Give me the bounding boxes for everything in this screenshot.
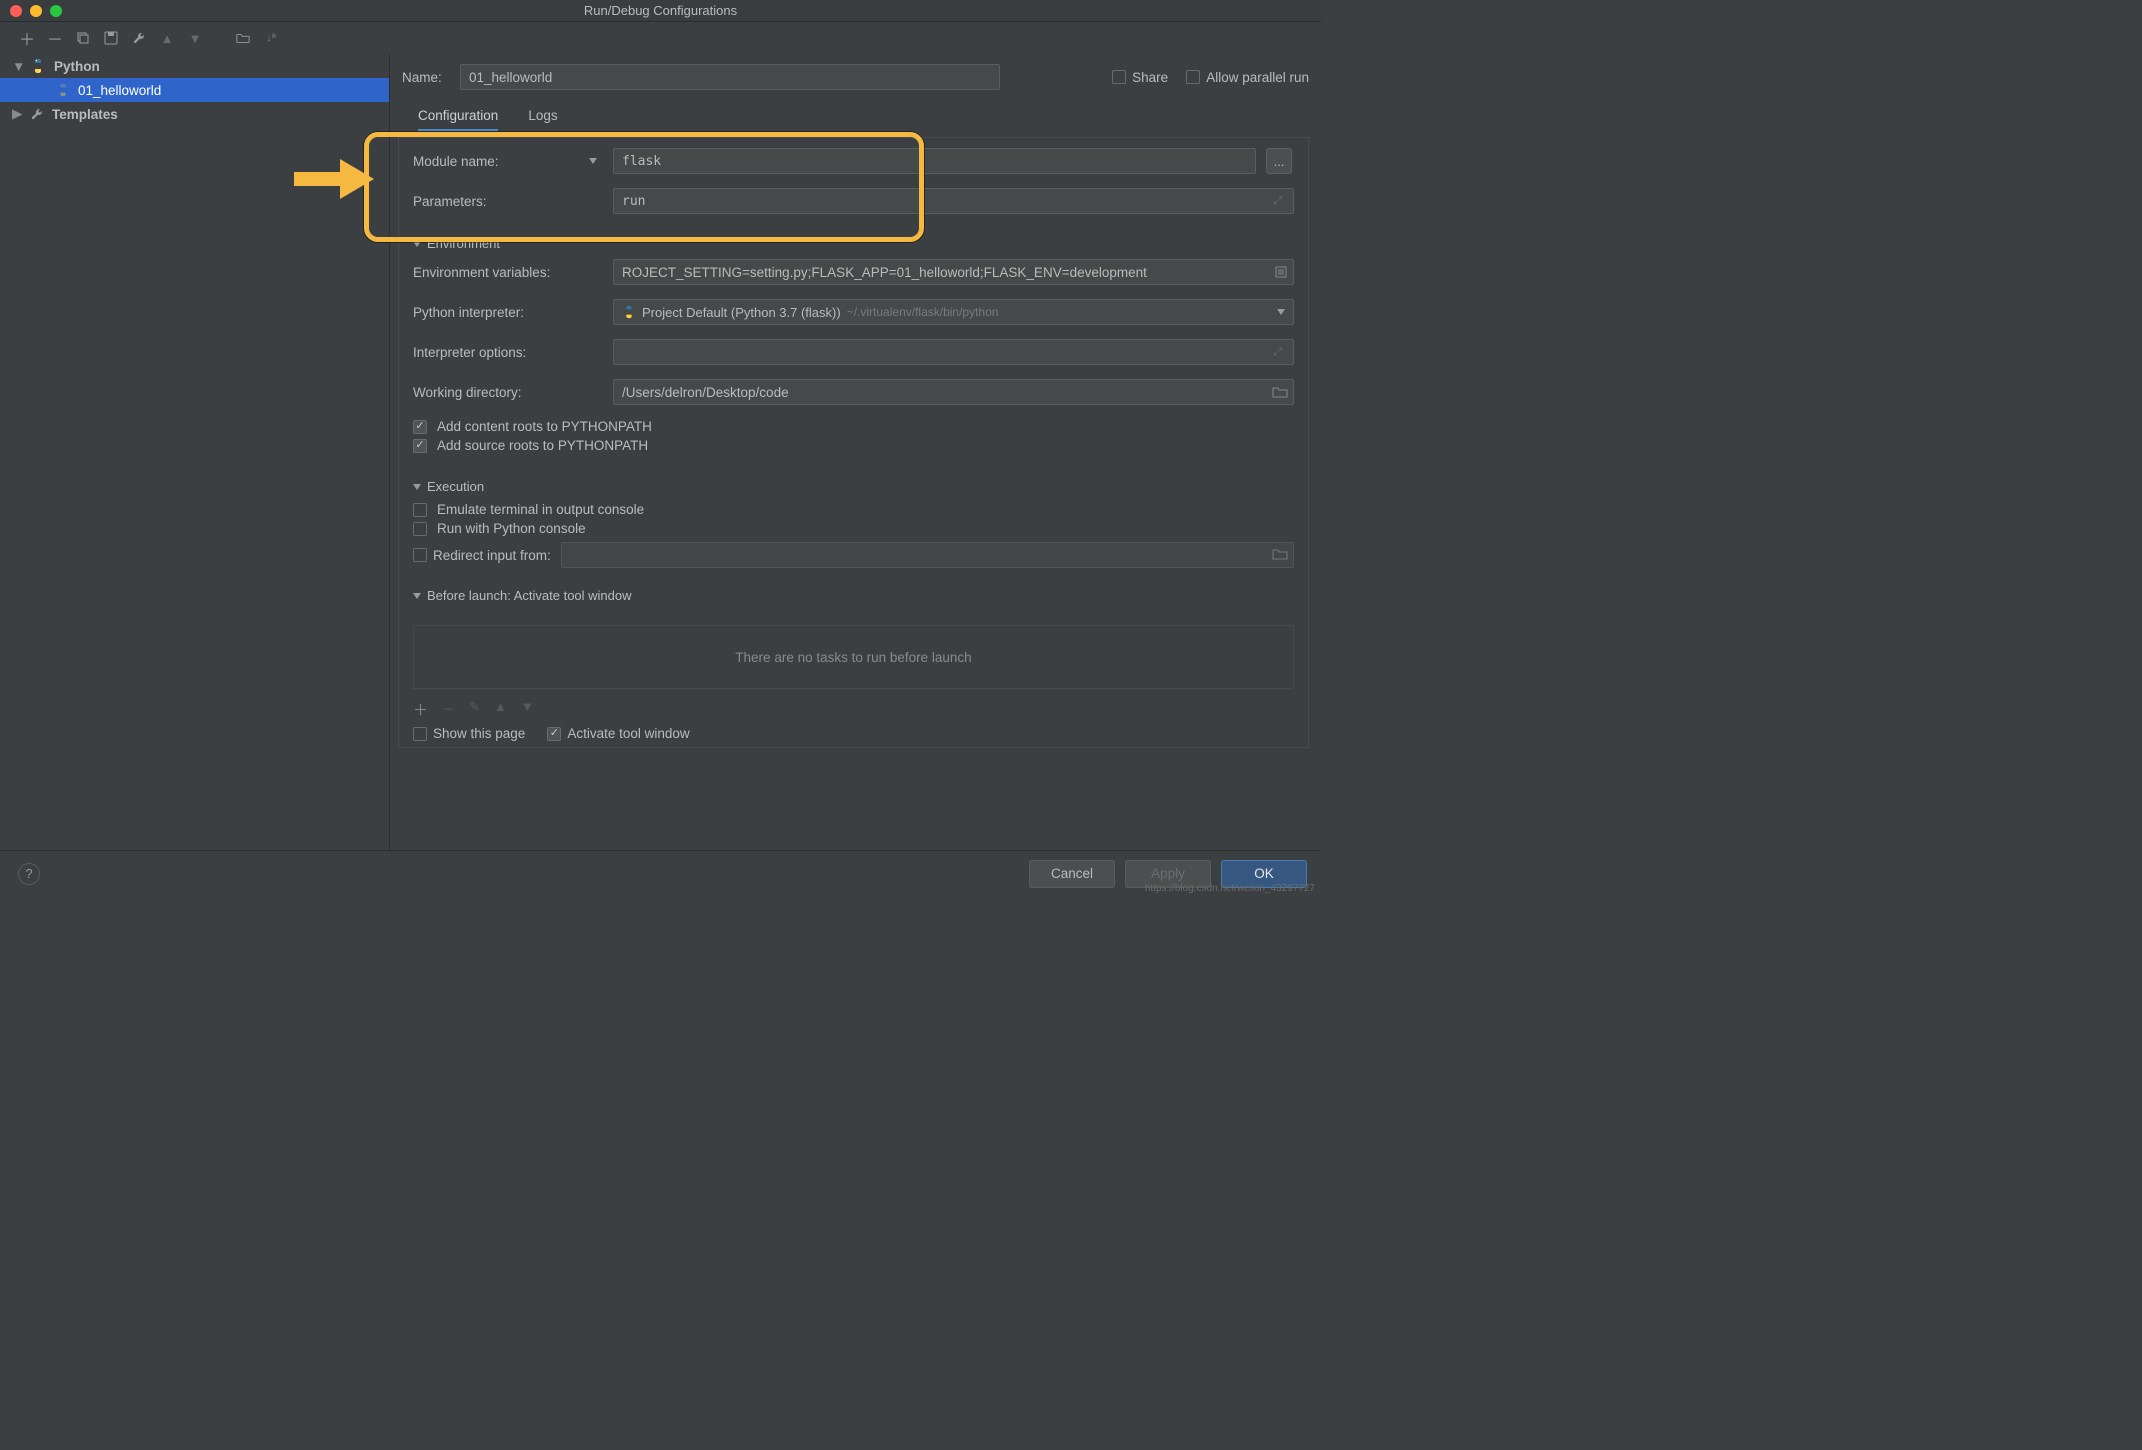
remove-config-icon[interactable]: －: [48, 31, 62, 45]
before-launch-list: There are no tasks to run before launch: [413, 625, 1294, 689]
interp-options-label: Interpreter options:: [413, 345, 603, 360]
folder-icon[interactable]: [236, 31, 250, 45]
activate-tool-window-checkbox[interactable]: Activate tool window: [547, 726, 689, 741]
move-down-icon[interactable]: ▼: [188, 31, 202, 45]
add-source-roots-checkbox[interactable]: Add source roots to PYTHONPATH: [413, 438, 1294, 453]
python-icon: [30, 58, 46, 74]
before-launch-empty: There are no tasks to run before launch: [735, 650, 971, 665]
python-file-icon: [56, 83, 70, 97]
interpreter-path: ~/.virtualenv/flask/bin/python: [847, 305, 999, 319]
window-controls: [0, 5, 62, 17]
expand-icon[interactable]: ⤢: [1273, 195, 1288, 208]
expand-icon[interactable]: ⤢: [1273, 346, 1288, 359]
python-icon: [622, 305, 636, 319]
name-input[interactable]: [460, 64, 1000, 90]
move-up-icon[interactable]: ▲: [494, 699, 507, 720]
tree-node-label: Python: [54, 59, 100, 74]
tree-node-label: Templates: [52, 107, 118, 122]
wrench-icon: [30, 107, 44, 121]
environment-header[interactable]: Environment: [413, 236, 1294, 251]
watermark: https://blog.csdn.net/weixin_43297727: [1145, 883, 1315, 894]
interp-options-input[interactable]: [613, 339, 1294, 365]
config-toolbar: ＋ － ▲ ▼ ↓ª: [0, 22, 1321, 54]
chevron-down-icon: [1277, 309, 1285, 315]
wrench-icon[interactable]: [132, 31, 146, 45]
config-panel: Module name: ... Parameters: ⤢ Envir: [398, 137, 1309, 748]
collapse-icon: [413, 593, 421, 599]
collapse-icon: [413, 484, 421, 490]
titlebar: Run/Debug Configurations: [0, 0, 1321, 22]
sort-icon[interactable]: ↓ª: [264, 31, 278, 45]
dropdown-caret-icon[interactable]: [589, 158, 597, 164]
parallel-run-checkbox[interactable]: Allow parallel run: [1186, 70, 1309, 85]
tree-node-python[interactable]: ▼ Python: [0, 54, 389, 78]
interpreter-value: Project Default (Python 3.7 (flask)): [642, 305, 841, 320]
module-name-label: Module name:: [413, 154, 499, 169]
window-title: Run/Debug Configurations: [0, 3, 1321, 18]
collapse-icon: [413, 241, 421, 247]
execution-header[interactable]: Execution: [413, 479, 1294, 494]
zoom-window-button[interactable]: [50, 5, 62, 17]
move-down-icon[interactable]: ▼: [521, 699, 534, 720]
edit-task-icon[interactable]: ✎: [469, 699, 480, 720]
workdir-label: Working directory:: [413, 385, 603, 400]
expand-icon: ▼: [12, 59, 22, 74]
folder-browse-icon[interactable]: [1272, 547, 1288, 561]
move-up-icon[interactable]: ▲: [160, 31, 174, 45]
add-content-roots-checkbox[interactable]: Add content roots to PYTHONPATH: [413, 419, 1294, 434]
share-checkbox[interactable]: Share: [1112, 70, 1168, 85]
redirect-input-checkbox[interactable]: Redirect input from:: [413, 548, 551, 563]
add-config-icon[interactable]: ＋: [20, 31, 34, 45]
remove-task-icon[interactable]: －: [442, 699, 455, 720]
copy-config-icon[interactable]: [76, 31, 90, 45]
env-vars-input[interactable]: [613, 259, 1294, 285]
folder-browse-icon[interactable]: [1272, 385, 1288, 399]
emulate-terminal-checkbox[interactable]: Emulate terminal in output console: [413, 502, 1294, 517]
config-content: Name: Share Allow parallel run Configura…: [390, 54, 1321, 850]
interpreter-label: Python interpreter:: [413, 305, 603, 320]
dialog-footer: ? Cancel Apply OK: [0, 850, 1321, 896]
parameters-label: Parameters:: [413, 194, 603, 209]
config-tree: ▼ Python 01_helloworld ▶ Templates: [0, 54, 390, 850]
parameters-input[interactable]: [613, 188, 1294, 214]
run-python-console-checkbox[interactable]: Run with Python console: [413, 521, 1294, 536]
cancel-button[interactable]: Cancel: [1029, 860, 1115, 888]
show-this-page-checkbox[interactable]: Show this page: [413, 726, 525, 741]
env-vars-label: Environment variables:: [413, 265, 603, 280]
help-button[interactable]: ?: [18, 863, 40, 885]
name-label: Name:: [402, 70, 460, 85]
close-window-button[interactable]: [10, 5, 22, 17]
workdir-input[interactable]: [613, 379, 1294, 405]
list-edit-icon[interactable]: [1274, 265, 1288, 279]
tab-logs[interactable]: Logs: [528, 104, 557, 131]
redirect-input-path[interactable]: [561, 542, 1294, 568]
module-name-input[interactable]: [613, 148, 1256, 174]
tree-node-helloworld[interactable]: 01_helloworld: [0, 78, 389, 102]
expand-icon: ▶: [12, 106, 22, 122]
tree-node-templates[interactable]: ▶ Templates: [0, 102, 389, 126]
interpreter-select[interactable]: Project Default (Python 3.7 (flask)) ~/.…: [613, 299, 1294, 325]
module-more-button[interactable]: ...: [1266, 148, 1292, 174]
tree-node-label: 01_helloworld: [78, 83, 161, 98]
save-config-icon[interactable]: [104, 31, 118, 45]
before-launch-header[interactable]: Before launch: Activate tool window: [413, 588, 1294, 603]
tab-configuration[interactable]: Configuration: [418, 104, 498, 131]
minimize-window-button[interactable]: [30, 5, 42, 17]
tabs: Configuration Logs: [398, 104, 1309, 131]
add-task-icon[interactable]: ＋: [413, 699, 428, 720]
